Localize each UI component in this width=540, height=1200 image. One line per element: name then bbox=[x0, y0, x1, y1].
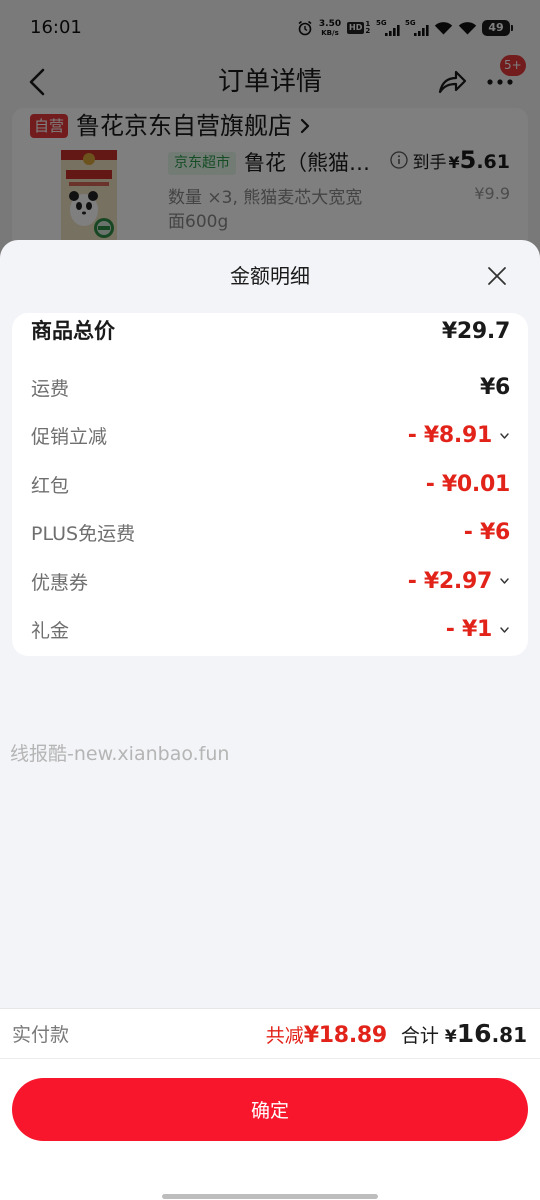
amount-row-right: - ¥6 bbox=[463, 520, 511, 546]
sheet-title: 金额明细 bbox=[230, 264, 310, 288]
amount-row-label: PLUS免运费 bbox=[31, 523, 136, 546]
total-decimal: .81 bbox=[491, 1023, 527, 1047]
home-indicator bbox=[162, 1194, 378, 1199]
amount-row-value: - ¥0.01 bbox=[425, 471, 511, 497]
amount-row-value: ¥29.7 bbox=[441, 319, 510, 344]
amount-row-right: ¥29.7 bbox=[442, 319, 510, 344]
total-integer: 16 bbox=[456, 1019, 492, 1048]
amount-detail-sheet: 金额明细 商品总价 ¥29.7 运费 ¥6 促销立减 - ¥8.91 红包 - ¥0.01 PL… bbox=[0, 240, 540, 1200]
payment-footer: 实付款 共减 ¥18.89 合计 ¥ 16 .81 确定 bbox=[0, 1008, 540, 1200]
amount-row-right: - ¥1 bbox=[446, 617, 510, 642]
amount-row[interactable]: 促销立减 - ¥8.91 bbox=[12, 412, 528, 460]
amount-row-value: - ¥6 bbox=[463, 520, 511, 546]
amount-row-right: - ¥2.97 bbox=[408, 569, 510, 594]
total-currency: ¥ bbox=[444, 1027, 457, 1047]
payment-summary-row: 实付款 共减 ¥18.89 合计 ¥ 16 .81 bbox=[0, 1009, 540, 1059]
amount-row: 运费 ¥6 bbox=[12, 363, 528, 411]
total-reduction-amount: ¥18.89 bbox=[303, 1023, 387, 1048]
confirm-button[interactable]: 确定 bbox=[12, 1078, 528, 1141]
total-reduction: 共减 ¥18.89 bbox=[266, 1021, 387, 1048]
amount-row: 商品总价 ¥29.7 bbox=[12, 315, 528, 363]
amount-row-label: 优惠券 bbox=[31, 571, 89, 594]
chevron-down-icon[interactable] bbox=[492, 626, 510, 634]
total-amount: 合计 ¥ 16 .81 bbox=[401, 1019, 527, 1048]
total-label: 合计 bbox=[400, 1025, 439, 1047]
total-reduction-label: 共减 bbox=[265, 1025, 304, 1047]
amount-row: 红包 - ¥0.01 bbox=[12, 460, 528, 508]
amount-row: PLUS免运费 - ¥6 bbox=[12, 509, 528, 557]
paid-label: 实付款 bbox=[12, 1024, 70, 1046]
close-icon[interactable] bbox=[486, 265, 508, 287]
payment-summary-values: 共减 ¥18.89 合计 ¥ 16 .81 bbox=[266, 1019, 527, 1048]
amount-row-value: ¥6 bbox=[479, 375, 510, 401]
amount-row-label: 红包 bbox=[31, 474, 70, 497]
amount-row-value: - ¥8.91 bbox=[407, 423, 493, 449]
amount-row[interactable]: 礼金 - ¥1 bbox=[12, 605, 528, 653]
amount-row-label: 运费 bbox=[31, 378, 70, 401]
amount-row-label: 礼金 bbox=[31, 620, 70, 643]
amount-row-label: 促销立减 bbox=[31, 426, 108, 449]
amount-row-right: ¥6 bbox=[480, 375, 510, 400]
chevron-down-icon[interactable] bbox=[492, 577, 510, 585]
amount-row-label: 商品总价 bbox=[31, 319, 115, 343]
amount-row-value: - ¥1 bbox=[445, 617, 493, 643]
amount-row-value: - ¥2.97 bbox=[407, 568, 493, 594]
amount-row-right: - ¥0.01 bbox=[425, 471, 511, 497]
chevron-down-icon[interactable] bbox=[492, 432, 510, 440]
amount-row[interactable]: 优惠券 - ¥2.97 bbox=[12, 557, 528, 605]
close-button[interactable] bbox=[486, 265, 508, 287]
watermark-text: 线报酷-new.xianbao.fun bbox=[10, 743, 230, 765]
amount-detail-card: 商品总价 ¥29.7 运费 ¥6 促销立减 - ¥8.91 红包 - ¥0.01 PLUS免运费… bbox=[12, 313, 528, 656]
amount-row-right: - ¥8.91 bbox=[408, 423, 510, 448]
